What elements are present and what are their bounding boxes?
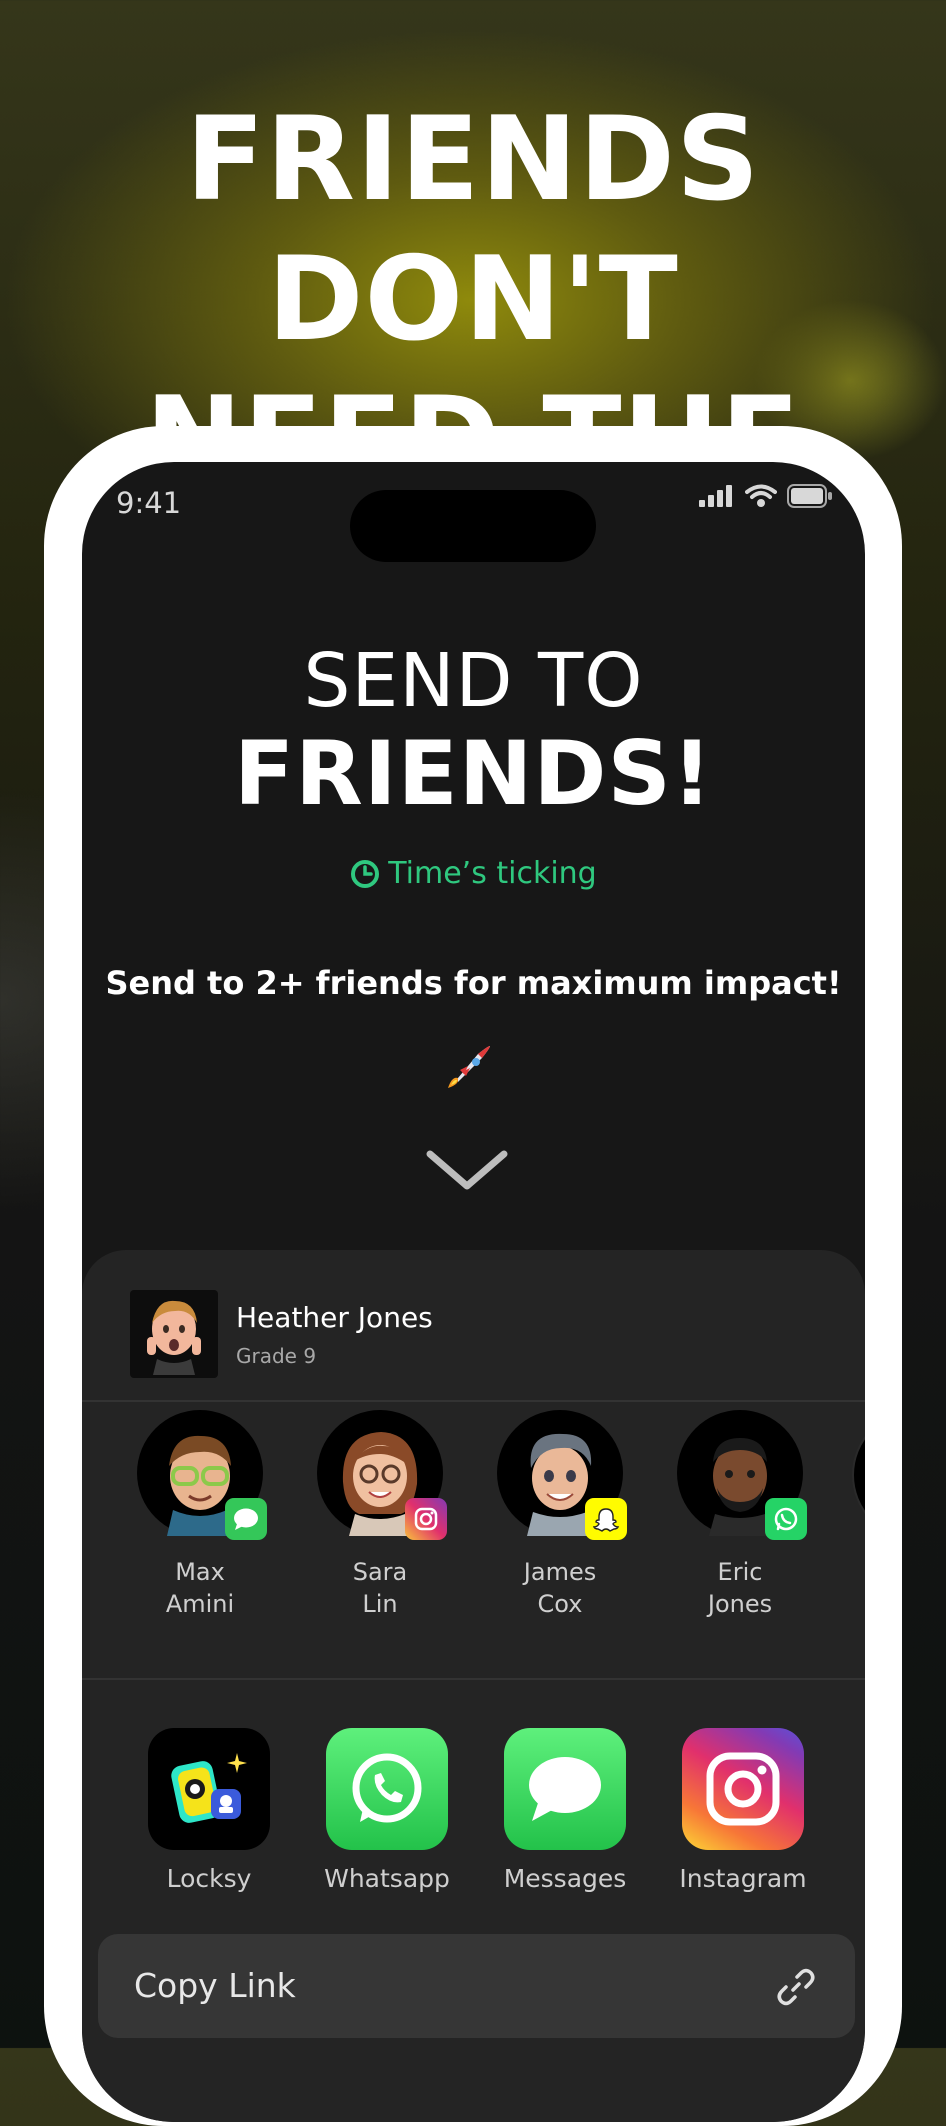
profile-grade: Grade 9: [236, 1343, 317, 1368]
copy-link-button[interactable]: Copy Link: [98, 1934, 855, 2038]
messages-icon: [529, 1757, 601, 1821]
app-label: Locksy: [166, 1864, 252, 1893]
contact-james-cox[interactable]: James Cox: [480, 1410, 640, 1620]
profile-card[interactable]: Heather Jones Grade 9: [130, 1290, 433, 1378]
instagram-icon: [706, 1752, 780, 1826]
share-sheet: Heather Jones Grade 9 Max Amini Sara Lin…: [82, 1250, 865, 2122]
messages-icon: [234, 1508, 258, 1530]
app-instagram[interactable]: Instagram: [668, 1728, 818, 1893]
locksy-logo-icon: [171, 1753, 247, 1823]
divider: [82, 1678, 865, 1680]
contact-first-name: Eric: [717, 1558, 763, 1586]
copy-link-label: Copy Link: [134, 1966, 296, 2005]
avatar: [677, 1410, 807, 1540]
contact-first-name: Sara: [352, 1558, 408, 1586]
status-icons: [699, 484, 833, 508]
title-line-2: FRIENDS!: [234, 722, 713, 825]
whatsapp-icon: [352, 1753, 422, 1823]
contact-last-name: Amini: [165, 1590, 235, 1618]
contacts-row: Max Amini Sara Lin James Cox Eric Jones: [82, 1410, 865, 1620]
rocket-icon: [448, 1046, 490, 1088]
chevron-down-icon[interactable]: [424, 1146, 510, 1196]
status-time: 9:41: [116, 486, 182, 520]
app-label: Instagram: [679, 1864, 807, 1893]
app-label: Whatsapp: [324, 1864, 450, 1893]
dynamic-island: [350, 490, 596, 562]
contact-sara-lin[interactable]: Sara Lin: [300, 1410, 460, 1620]
title-line-1: SEND TO: [303, 638, 644, 724]
avatar[interactable]: [852, 1410, 865, 1540]
contact-last-name: Cox: [537, 1590, 583, 1618]
subtitle: Send to 2+ friends for maximum impact!: [105, 964, 842, 1002]
snapchat-badge: [585, 1498, 627, 1540]
signal-icon: [699, 485, 732, 507]
app-messages[interactable]: Messages: [490, 1728, 640, 1893]
divider: [82, 1400, 865, 1402]
contact-first-name: Max: [175, 1558, 225, 1586]
app-locksy[interactable]: Locksy: [134, 1728, 284, 1893]
wifi-icon: [745, 484, 777, 507]
memoji-avatar-icon: [147, 1300, 201, 1375]
snapchat-icon: [592, 1508, 620, 1532]
messages-app-icon: [504, 1728, 626, 1850]
phone-screen: 9:41 SEND TO FRIENDS! Time’s ticking Sen…: [82, 462, 865, 2122]
locksy-icon: [148, 1728, 270, 1850]
avatar: [497, 1410, 627, 1540]
profile-name: Heather Jones: [236, 1300, 433, 1334]
instagram-app-icon: [682, 1728, 804, 1850]
whatsapp-icon: [774, 1507, 798, 1531]
whatsapp-app-icon: [326, 1728, 448, 1850]
clock-icon: [351, 859, 380, 888]
headline-line-1: FRIENDS DON'T: [185, 92, 761, 367]
app-whatsapp[interactable]: Whatsapp: [312, 1728, 462, 1893]
timer-label: Time’s ticking: [388, 856, 597, 891]
whatsapp-badge: [765, 1498, 807, 1540]
contact-max-amini[interactable]: Max Amini: [120, 1410, 280, 1620]
avatar: [137, 1410, 267, 1540]
instagram-badge: [405, 1498, 447, 1540]
contact-eric-jones[interactable]: Eric Jones: [660, 1410, 820, 1620]
app-label: Messages: [503, 1864, 627, 1893]
contact-last-name: Jones: [707, 1590, 773, 1618]
instagram-icon: [414, 1507, 438, 1531]
contact-first-name: James: [523, 1558, 597, 1586]
link-icon: [777, 1968, 815, 2006]
timer: Time’s ticking: [82, 856, 865, 891]
battery-icon: [787, 484, 832, 508]
messages-badge: [225, 1498, 267, 1540]
profile-avatar: [130, 1290, 218, 1378]
contact-last-name: Lin: [362, 1590, 398, 1618]
avatar: [317, 1410, 447, 1540]
